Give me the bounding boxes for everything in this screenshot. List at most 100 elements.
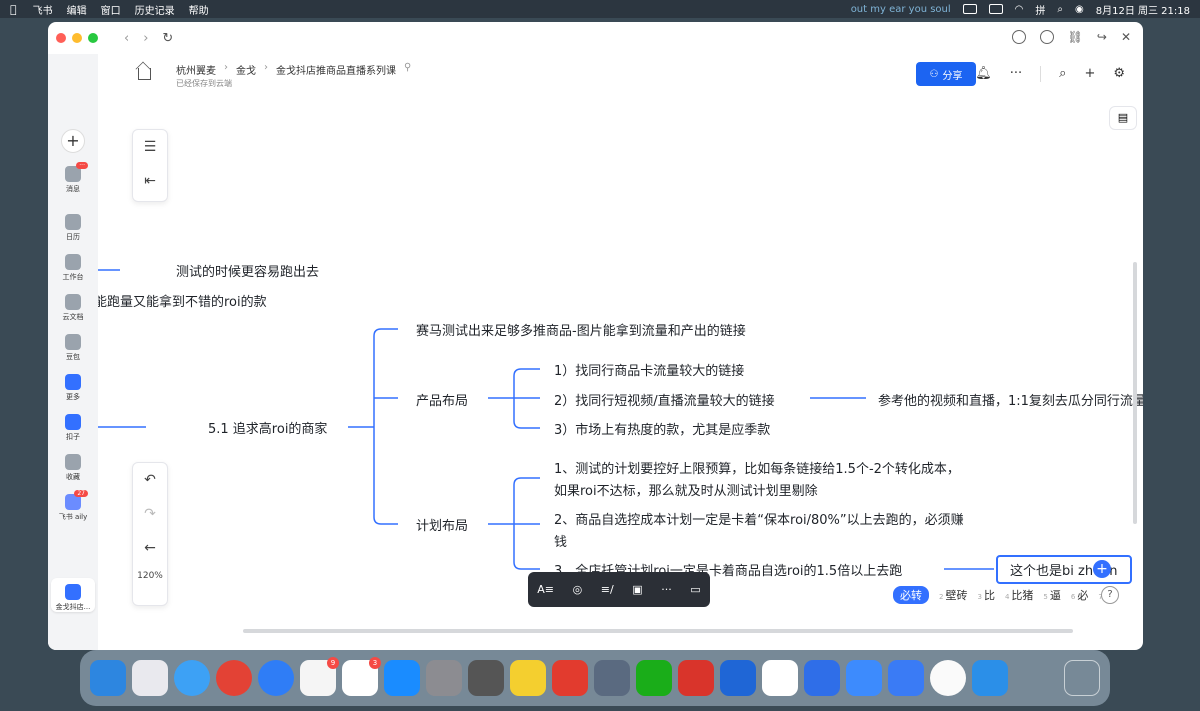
close-window-button[interactable]: [56, 33, 66, 43]
app-icon[interactable]: [594, 660, 630, 696]
chat-bubble-icon[interactable]: [1011, 30, 1026, 44]
ime-candidate[interactable]: 必转: [893, 586, 929, 604]
wechat-icon[interactable]: [636, 660, 672, 696]
app-icon[interactable]: [468, 660, 504, 696]
battery-icon[interactable]: [988, 4, 1003, 14]
input-method-icon[interactable]: 拼: [1035, 2, 1045, 17]
refresh-icon[interactable]: ↻: [162, 31, 173, 46]
minimize-window-button[interactable]: [72, 33, 82, 43]
mindmap-node[interactable]: 计划布局: [416, 515, 468, 534]
mindmap-node[interactable]: 2、商品自选控成本计划一定是卡着“保本roi/80%”以上去跑的，必须赚: [554, 509, 964, 528]
comment-icon[interactable]: ▭: [690, 583, 700, 596]
app-icon[interactable]: [888, 660, 924, 696]
more-icon[interactable]: ···: [661, 583, 672, 596]
mindmap-canvas[interactable]: 测试的时候更容易跑出去 能跑量又能拿到不错的roi的款 5.1 追求高roi的商…: [98, 100, 1143, 650]
menu-window[interactable]: 窗口: [101, 2, 121, 17]
live-app-icon[interactable]: [972, 660, 1008, 696]
link-icon[interactable]: ⛓: [1068, 30, 1083, 44]
more-icon[interactable]: ···: [1010, 66, 1022, 82]
control-center-icon[interactable]: ◉: [1075, 4, 1084, 15]
fit-icon[interactable]: ←: [133, 531, 167, 565]
app-icon[interactable]: [510, 660, 546, 696]
mindmap-node[interactable]: 2）找同行短视频/直播流量较大的链接: [554, 390, 775, 409]
image-icon[interactable]: ▣: [632, 583, 642, 596]
list-icon[interactable]: ☰: [133, 130, 167, 164]
feishu-icon[interactable]: [846, 660, 882, 696]
system-settings-icon[interactable]: [426, 660, 462, 696]
calendar-icon[interactable]: 3: [342, 657, 381, 696]
new-item-button[interactable]: +: [61, 129, 85, 153]
breadcrumb-item[interactable]: 杭州翼麦: [176, 62, 216, 77]
share-button[interactable]: ⚇ 分享: [916, 62, 976, 86]
menu-help[interactable]: 帮助: [189, 2, 209, 17]
ime-candidate[interactable]: 4 比猪: [1005, 587, 1033, 603]
breadcrumb-item[interactable]: 金戈: [236, 62, 256, 77]
sidebar-item-aily[interactable]: 27 飞书 aily: [48, 490, 98, 522]
menu-feishu[interactable]: 飞书: [33, 2, 53, 17]
mindmap-node[interactable]: 1）找同行商品卡流量较大的链接: [554, 360, 744, 379]
mindmap-node[interactable]: 3）市场上有热度的款，尤其是应季款: [554, 419, 770, 438]
add-node-button[interactable]: +: [1093, 560, 1111, 578]
sidebar-item-docs[interactable]: 云文档: [48, 294, 98, 322]
back-icon[interactable]: ‹: [124, 31, 129, 46]
mindmap-node[interactable]: 能跑量又能拿到不错的roi的款: [98, 291, 267, 310]
trash-icon[interactable]: [1064, 660, 1100, 696]
app-circle-icon[interactable]: [258, 660, 294, 696]
netease-music-icon[interactable]: [552, 660, 588, 696]
sidebar-item-doubao[interactable]: 豆包: [48, 334, 98, 362]
mindmap-node[interactable]: 钱: [554, 531, 567, 550]
safari-icon[interactable]: [174, 660, 210, 696]
mindmap-node[interactable]: 1、测试的计划要控好上限预算，比如每条链接给1.5个-2个转化成本，: [554, 458, 960, 477]
menu-history[interactable]: 历史记录: [135, 2, 175, 17]
collapse-icon[interactable]: ⇤: [133, 164, 167, 198]
launchpad-icon[interactable]: [132, 660, 168, 696]
wps-icon[interactable]: [678, 660, 714, 696]
comment-panel-icon[interactable]: ▤: [1109, 106, 1137, 130]
wifi-icon[interactable]: ◠: [1015, 4, 1024, 15]
help-icon[interactable]: ?: [1101, 586, 1119, 604]
vertical-scrollbar[interactable]: [1133, 262, 1137, 524]
sidebar-item-coze[interactable]: 扣子: [48, 414, 98, 442]
finder-icon[interactable]: [90, 660, 126, 696]
spotlight-icon[interactable]: ⌕: [1057, 4, 1063, 15]
pin-icon[interactable]: ⚲: [404, 62, 411, 77]
clock-icon[interactable]: [930, 660, 966, 696]
redo-icon[interactable]: ↷: [133, 497, 167, 531]
photos-icon[interactable]: 9: [300, 657, 339, 696]
breadcrumb-item[interactable]: 金戈抖店推商品直播系列课: [276, 62, 396, 77]
sidebar-item-favorites[interactable]: 收藏: [48, 454, 98, 482]
sidebar-item-current-doc[interactable]: 金戈抖店...: [48, 584, 98, 612]
forward-icon[interactable]: ›: [143, 31, 148, 46]
app-icon[interactable]: [804, 660, 840, 696]
check-circle-icon[interactable]: ◎: [573, 583, 583, 596]
mindmap-edit-input[interactable]: 这个也是bi zhuan: [996, 555, 1132, 584]
gear-icon[interactable]: ⚙: [1113, 66, 1125, 82]
mindmap-node[interactable]: 赛马测试出来足够多推商品-图片能拿到流量和产出的链接: [416, 320, 746, 339]
ime-candidate[interactable]: 3比: [977, 587, 994, 603]
app-store-icon[interactable]: [384, 660, 420, 696]
app-icon[interactable]: [720, 660, 756, 696]
chatgpt-icon[interactable]: [762, 660, 798, 696]
screen-record-icon[interactable]: [962, 4, 977, 14]
ime-candidate[interactable]: 6必: [1071, 587, 1088, 603]
text-style-icon[interactable]: A≡: [537, 583, 554, 596]
mindmap-root-node[interactable]: 5.1 追求高roi的商家: [208, 418, 327, 437]
add-icon[interactable]: +: [1084, 66, 1095, 82]
ime-candidate[interactable]: 5逼: [1043, 587, 1060, 603]
ime-candidate[interactable]: 2 壁砖: [939, 587, 967, 603]
horizontal-scrollbar[interactable]: [243, 629, 1073, 633]
mindmap-node[interactable]: 测试的时候更容易跑出去: [176, 261, 319, 280]
search-icon[interactable]: ⌕: [1059, 66, 1066, 82]
now-playing[interactable]: out my ear you soul: [851, 4, 951, 15]
sidebar-item-calendar[interactable]: 日历: [48, 214, 98, 242]
datetime[interactable]: 8月12日 周三 21:18: [1096, 2, 1190, 17]
chrome-icon[interactable]: [216, 660, 252, 696]
forward-share-icon[interactable]: ↪: [1097, 30, 1107, 44]
compass-icon[interactable]: [1039, 30, 1054, 44]
menu-edit[interactable]: 编辑: [67, 2, 87, 17]
undo-icon[interactable]: ↶: [133, 463, 167, 497]
mindmap-node[interactable]: 参考他的视频和直播，1:1复刻去瓜分同行流量: [878, 390, 1143, 409]
mindmap-node[interactable]: 产品布局: [416, 390, 468, 409]
sidebar-item-more[interactable]: 更多: [48, 374, 98, 402]
zoom-level[interactable]: 120%: [133, 565, 167, 587]
